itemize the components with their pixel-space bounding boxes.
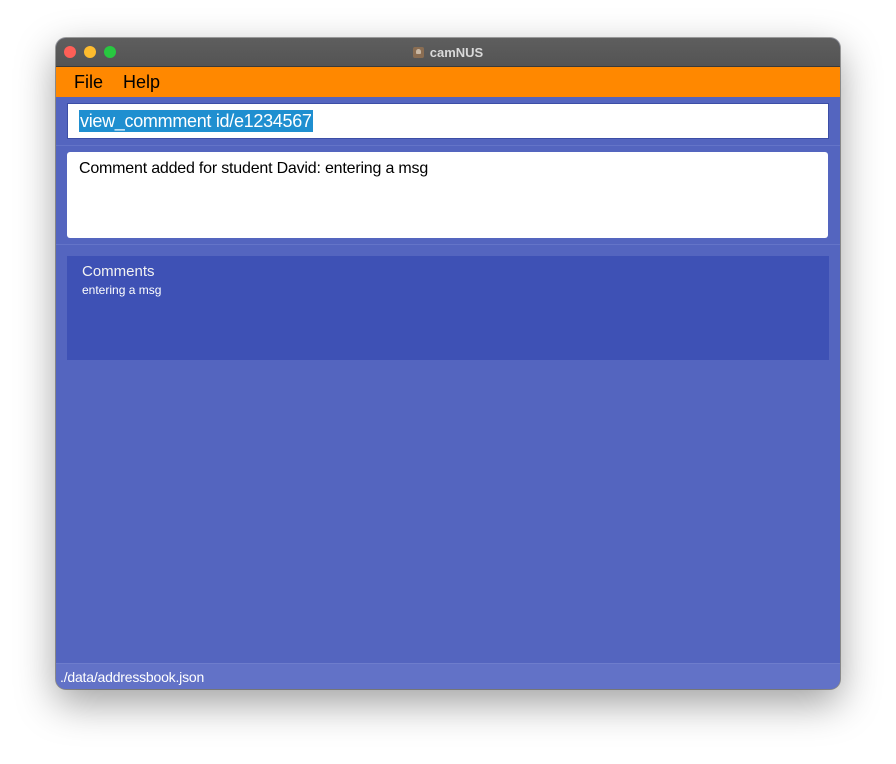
app-icon	[412, 46, 424, 58]
command-input[interactable]: view_commment id/e1234567	[67, 103, 829, 139]
menu-help[interactable]: Help	[113, 72, 170, 93]
menu-file[interactable]: File	[64, 72, 113, 93]
comments-panel: Comments entering a msg	[67, 256, 829, 360]
title-bar[interactable]: camNUS	[56, 38, 840, 67]
status-file-path: ./data/addressbook.json	[60, 669, 205, 685]
comments-body: entering a msg	[82, 283, 162, 297]
status-bar: ./data/addressbook.json	[56, 663, 840, 689]
command-input-text[interactable]: view_commment id/e1234567	[79, 110, 313, 132]
window-title-group: camNUS	[56, 38, 840, 66]
result-panel: Comment added for student David: enterin…	[56, 146, 840, 245]
comments-title: Comments	[82, 263, 155, 280]
app-window: camNUS File Help view_commment id/e12345…	[56, 38, 840, 689]
result-message: Comment added for student David: enterin…	[79, 160, 429, 177]
menu-bar: File Help	[56, 67, 840, 97]
window-title: camNUS	[429, 44, 484, 60]
command-panel: view_commment id/e1234567	[56, 97, 840, 146]
result-display[interactable]: Comment added for student David: enterin…	[67, 152, 828, 238]
